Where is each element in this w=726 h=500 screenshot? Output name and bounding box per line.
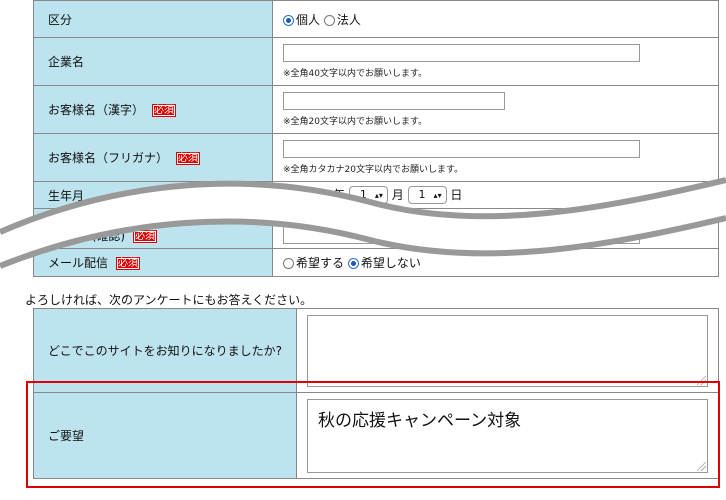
page-break-wave xyxy=(0,177,726,269)
radio-unchecked-icon xyxy=(323,14,335,26)
category-corporate-radio[interactable]: 法人 xyxy=(323,13,361,27)
source-question: どこでこのサイトをお知りになりましたか? xyxy=(33,308,297,393)
category-individual-radio[interactable]: 個人 xyxy=(283,13,320,27)
required-badge: 必須 xyxy=(176,152,201,165)
name-kanji-field: ※全角20文字以内でお願いします。 xyxy=(272,85,719,134)
name-kanji-note: ※全角20文字以内でお願いします。 xyxy=(283,117,428,127)
category-label: 区分 xyxy=(33,0,273,38)
highlight-box xyxy=(26,381,720,488)
survey-intro: よろしければ、次のアンケートにもお答えください。 xyxy=(25,293,313,307)
required-badge: 必須 xyxy=(152,104,177,117)
name-kanji-label: お客様名（漢字） xyxy=(48,103,145,117)
name-kana-label: お客様名（フリガナ） xyxy=(48,151,169,165)
company-label: 企業名 xyxy=(33,37,273,86)
radio-checked-icon xyxy=(283,14,294,26)
source-answer-cell xyxy=(296,308,719,393)
name-kana-input[interactable] xyxy=(283,140,640,158)
name-kanji-label-cell: お客様名（漢字） 必須 xyxy=(33,85,273,134)
company-note: ※全角40文字以内でお願いします。 xyxy=(283,69,428,79)
company-input[interactable] xyxy=(283,44,640,62)
category-field: 個人 法人 xyxy=(272,0,719,38)
source-answer-textarea[interactable] xyxy=(307,314,708,387)
company-field: ※全角40文字以内でお願いします。 xyxy=(272,37,719,86)
name-kanji-input[interactable] xyxy=(283,92,505,110)
